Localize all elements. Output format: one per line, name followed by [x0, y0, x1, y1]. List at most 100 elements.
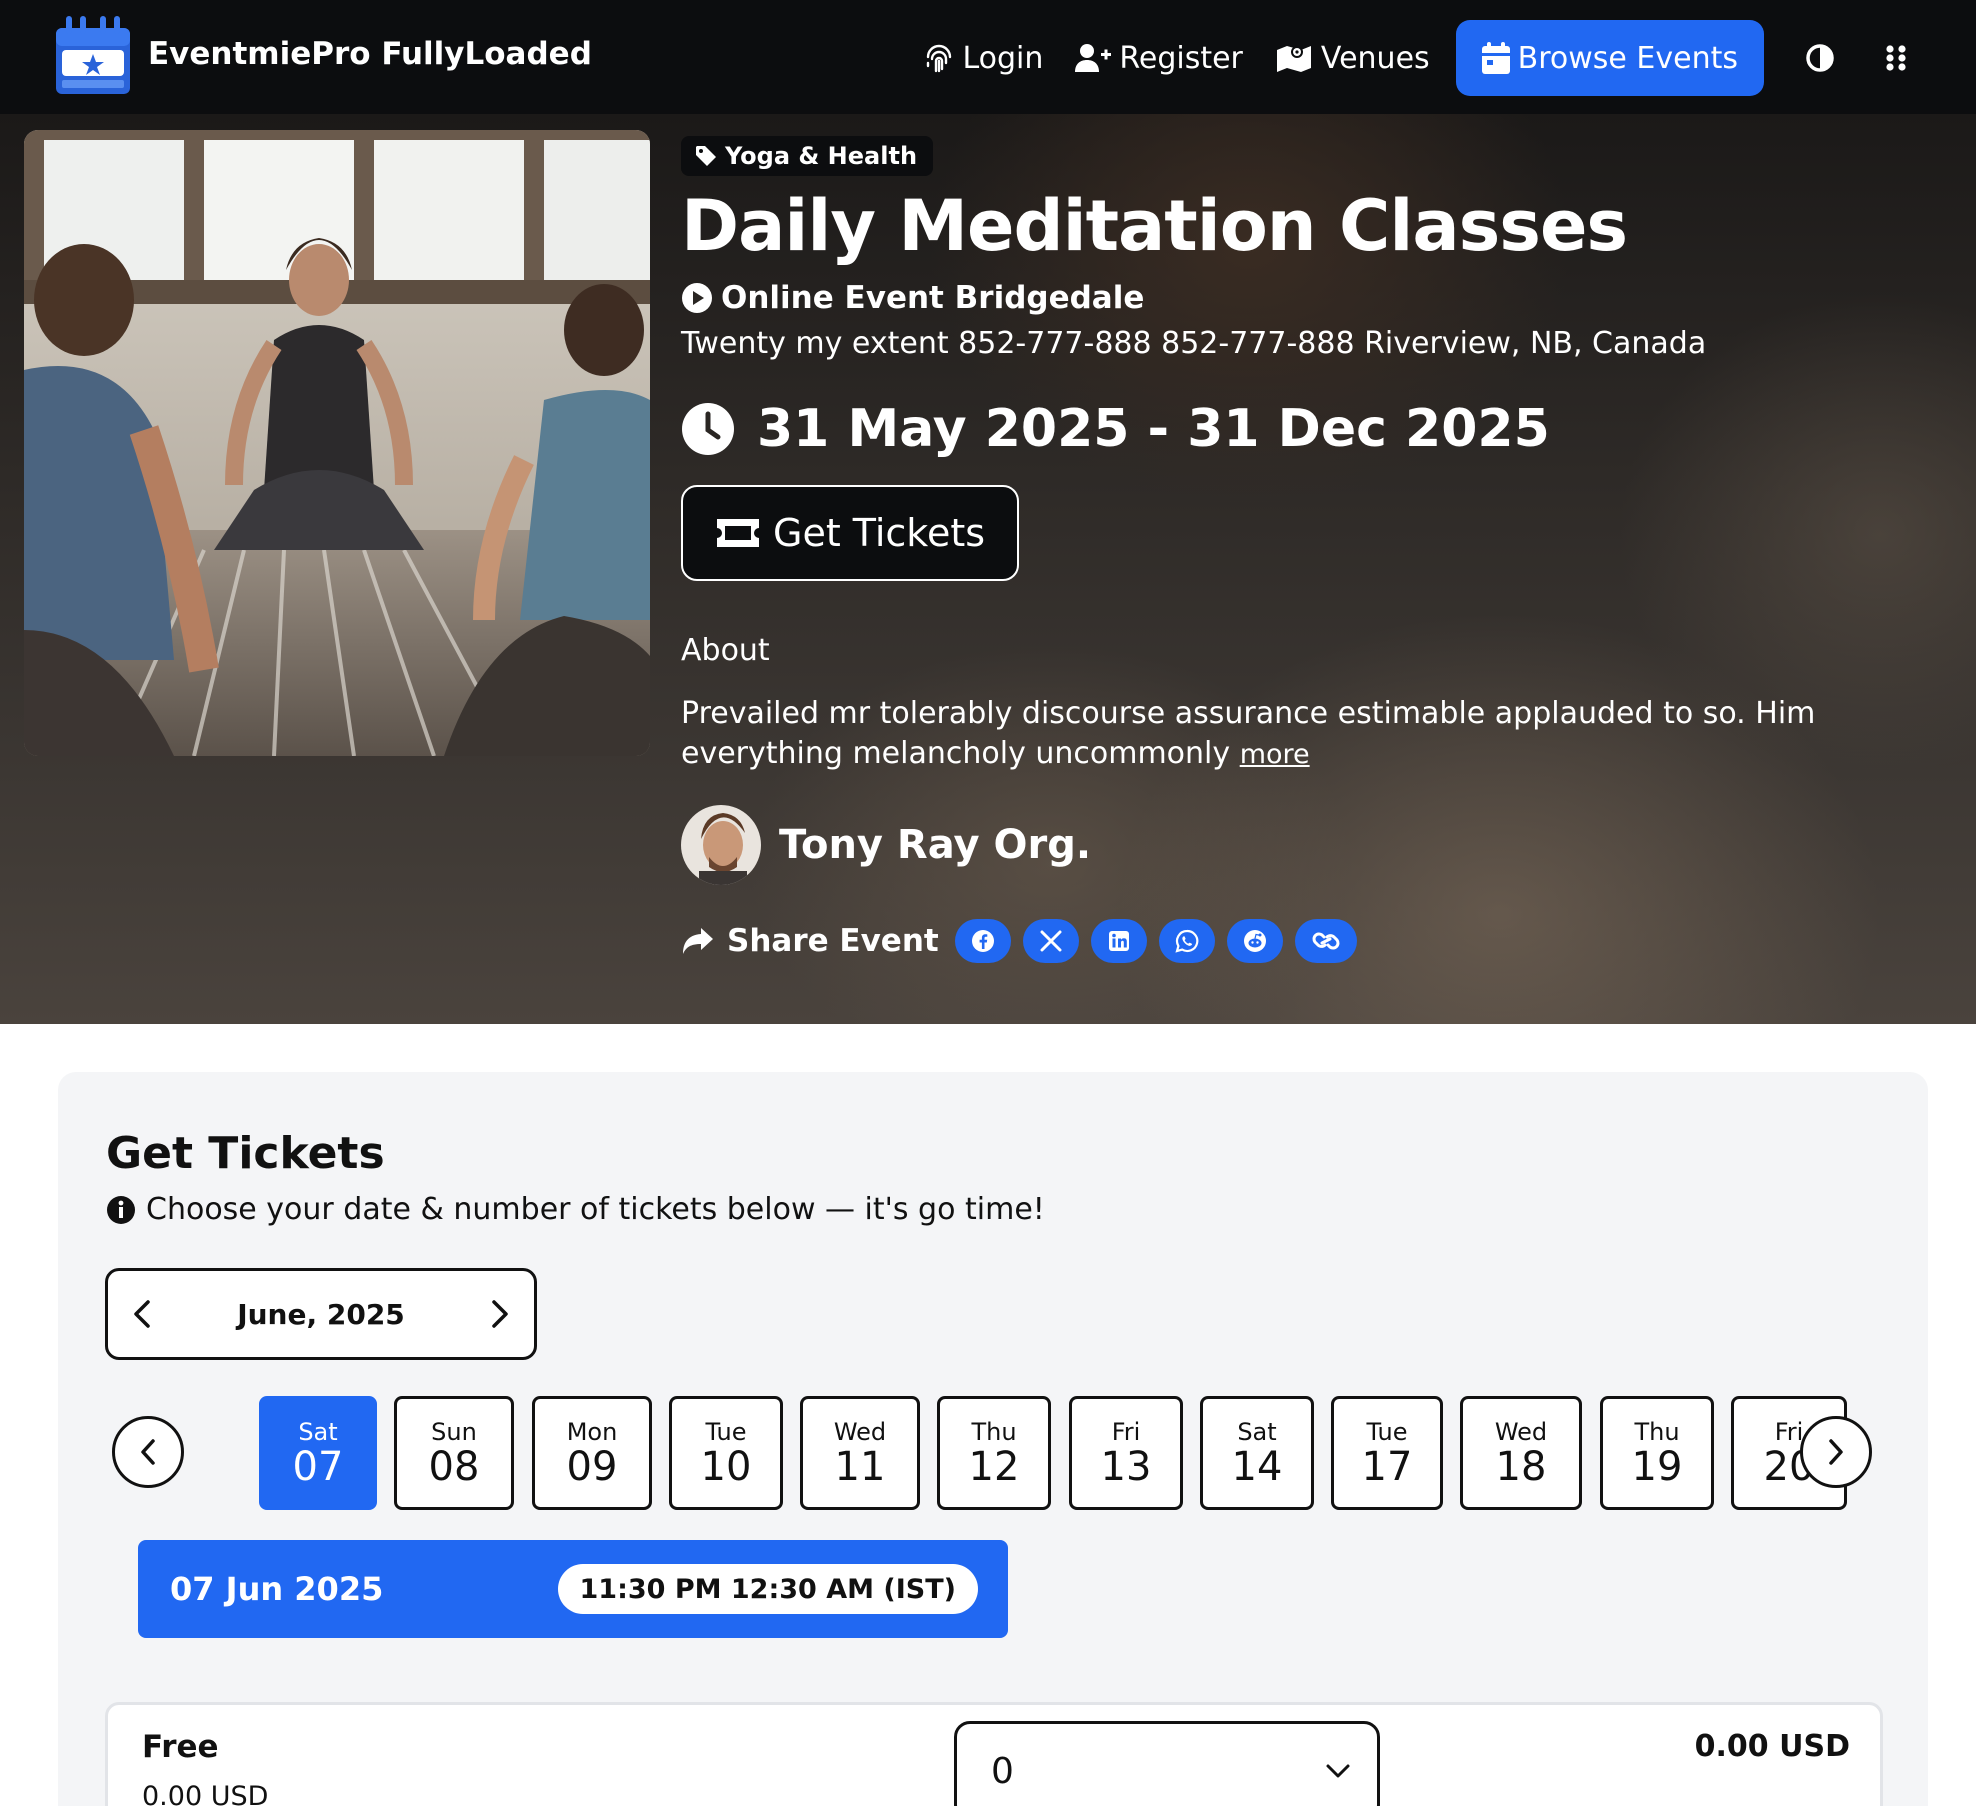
brand-logo-icon [56, 16, 130, 94]
day-strip-next-button[interactable] [1800, 1416, 1872, 1488]
info-icon [107, 1195, 135, 1224]
facebook-icon [971, 930, 994, 952]
browse-events-label: Browse Events [1517, 40, 1738, 76]
day-option-date: 17 [1361, 1444, 1413, 1490]
login-link[interactable]: Login [924, 41, 1043, 76]
day-option-date: 12 [968, 1444, 1020, 1490]
tag-icon [696, 146, 716, 166]
day-option-weekday: Mon [566, 1418, 618, 1446]
venue-line[interactable]: Online Event Bridgedale [681, 280, 1961, 316]
date-range-text: 31 May 2025 - 31 Dec 2025 [757, 399, 1550, 459]
venues-label: Venues [1320, 40, 1430, 76]
prev-month-icon[interactable] [132, 1299, 152, 1329]
day-option[interactable]: Thu 19 [1600, 1396, 1714, 1510]
month-label: June, 2025 [237, 1297, 405, 1331]
grid-dots-icon [1886, 45, 1906, 71]
login-label: Login [962, 40, 1044, 76]
day-option-date: 19 [1631, 1444, 1683, 1490]
register-label: Register [1119, 40, 1243, 76]
day-strip-prev-button[interactable] [112, 1416, 184, 1488]
day-option-date: 07 [292, 1444, 344, 1490]
next-month-icon[interactable] [490, 1299, 510, 1329]
day-option-date: 11 [834, 1444, 886, 1490]
apps-menu-button[interactable] [1876, 38, 1916, 78]
reddit-icon [1243, 930, 1266, 952]
theme-toggle-button[interactable] [1800, 38, 1840, 78]
day-strip: Sat 07 Sun 08 Mon 09 Tue 10 Wed 11 Thu 12 Fri 13 Sat 14… [112, 1392, 1872, 1512]
day-option-weekday: Wed [833, 1418, 887, 1446]
share-linkedin-button[interactable] [1090, 919, 1147, 963]
organizer-avatar [681, 805, 761, 885]
category-label: Yoga & Health [725, 142, 918, 170]
day-option-weekday: Wed [1494, 1418, 1548, 1446]
tickets-heading: Get Tickets [106, 1128, 385, 1179]
day-option-weekday: Thu [1634, 1418, 1680, 1446]
link-icon [1312, 932, 1340, 950]
share-row: Share Event [681, 919, 1961, 963]
share-arrow-icon [683, 928, 713, 954]
day-option[interactable]: Tue 17 [1331, 1396, 1443, 1510]
about-text: Prevailed mr tolerably discourse assuran… [681, 694, 1941, 775]
clock-icon [682, 403, 734, 455]
share-label: Share Event [727, 923, 939, 959]
day-option[interactable]: Wed 18 [1460, 1396, 1582, 1510]
category-badge[interactable]: Yoga & Health [681, 136, 934, 176]
selected-date: 07 Jun 2025 [170, 1570, 384, 1608]
chevron-left-icon [141, 1439, 155, 1465]
day-option-weekday: Fri [1111, 1418, 1141, 1446]
organizer[interactable]: Tony Ray Org. [681, 805, 1961, 885]
about-heading: About [681, 633, 770, 668]
user-plus-icon [1075, 44, 1112, 72]
fingerprint-icon [927, 44, 952, 73]
play-circle-icon [682, 283, 712, 313]
share-reddit-button[interactable] [1226, 919, 1283, 963]
selected-time-badge: 11:30 PM 12:30 AM (IST) [557, 1564, 978, 1614]
day-option[interactable]: Thu 12 [937, 1396, 1051, 1510]
hero-get-tickets-button[interactable]: Get Tickets [681, 485, 1020, 581]
day-option[interactable]: Sat 07 [259, 1396, 377, 1510]
browse-events-button[interactable]: Browse Events [1455, 20, 1764, 96]
share-x-button[interactable] [1022, 919, 1079, 963]
day-option-weekday: Thu [971, 1418, 1017, 1446]
venue-name: Online Event Bridgedale [721, 280, 1145, 316]
day-option[interactable]: Tue 10 [669, 1396, 783, 1510]
day-option-weekday: Sun [431, 1418, 477, 1446]
day-option-date: 14 [1231, 1444, 1283, 1490]
chevron-down-icon [1326, 1764, 1350, 1778]
ticket-total: 0.00 USD [1694, 1729, 1850, 1764]
selected-schedule-slot[interactable]: 07 Jun 2025 11:30 PM 12:30 AM (IST) [138, 1540, 1008, 1638]
ticket-quantity-select[interactable]: 0 [954, 1721, 1380, 1806]
ticket-quantity-value: 0 [991, 1750, 1014, 1792]
day-option-weekday: Sat [1237, 1418, 1277, 1446]
day-option-date: 09 [566, 1444, 618, 1490]
share-facebook-button[interactable] [954, 919, 1011, 963]
share-whatsapp-button[interactable] [1158, 919, 1215, 963]
venue-address: Twenty my extent 852-777-888 852-777-888… [681, 326, 1707, 361]
ticket-icon [717, 519, 759, 547]
tickets-instructions-text: Choose your date & number of tickets bel… [146, 1192, 1045, 1227]
about-more-link[interactable]: more [1240, 739, 1310, 770]
brand[interactable]: EventmiePro FullyLoaded [56, 14, 592, 94]
map-icon [1276, 46, 1311, 72]
day-option-weekday: Tue [1366, 1418, 1408, 1446]
get-tickets-section: Get Tickets Choose your date & number of… [58, 1072, 1928, 1806]
day-option-date: 08 [428, 1444, 480, 1490]
register-link[interactable]: Register [1075, 41, 1243, 76]
day-option-weekday: Tue [705, 1418, 747, 1446]
x-icon [1040, 930, 1062, 952]
day-option[interactable]: Sat 14 [1200, 1396, 1314, 1510]
event-title: Daily Meditation Classes [681, 185, 1628, 267]
event-poster-image [24, 130, 650, 756]
day-option[interactable]: Wed 11 [800, 1396, 920, 1510]
day-option[interactable]: Mon 09 [532, 1396, 652, 1510]
event-date-range: 31 May 2025 - 31 Dec 2025 [681, 399, 1961, 459]
day-option-date: 18 [1495, 1444, 1547, 1490]
copy-link-button[interactable] [1294, 919, 1357, 963]
linkedin-icon [1108, 931, 1129, 951]
day-option[interactable]: Fri 13 [1069, 1396, 1183, 1510]
calendar-icon [1481, 42, 1510, 74]
contrast-icon [1806, 44, 1834, 72]
venues-link[interactable]: Venues [1275, 41, 1430, 76]
day-option[interactable]: Sun 08 [394, 1396, 514, 1510]
ticket-row: Free 0.00 USD 0 0.00 USD [105, 1702, 1883, 1806]
